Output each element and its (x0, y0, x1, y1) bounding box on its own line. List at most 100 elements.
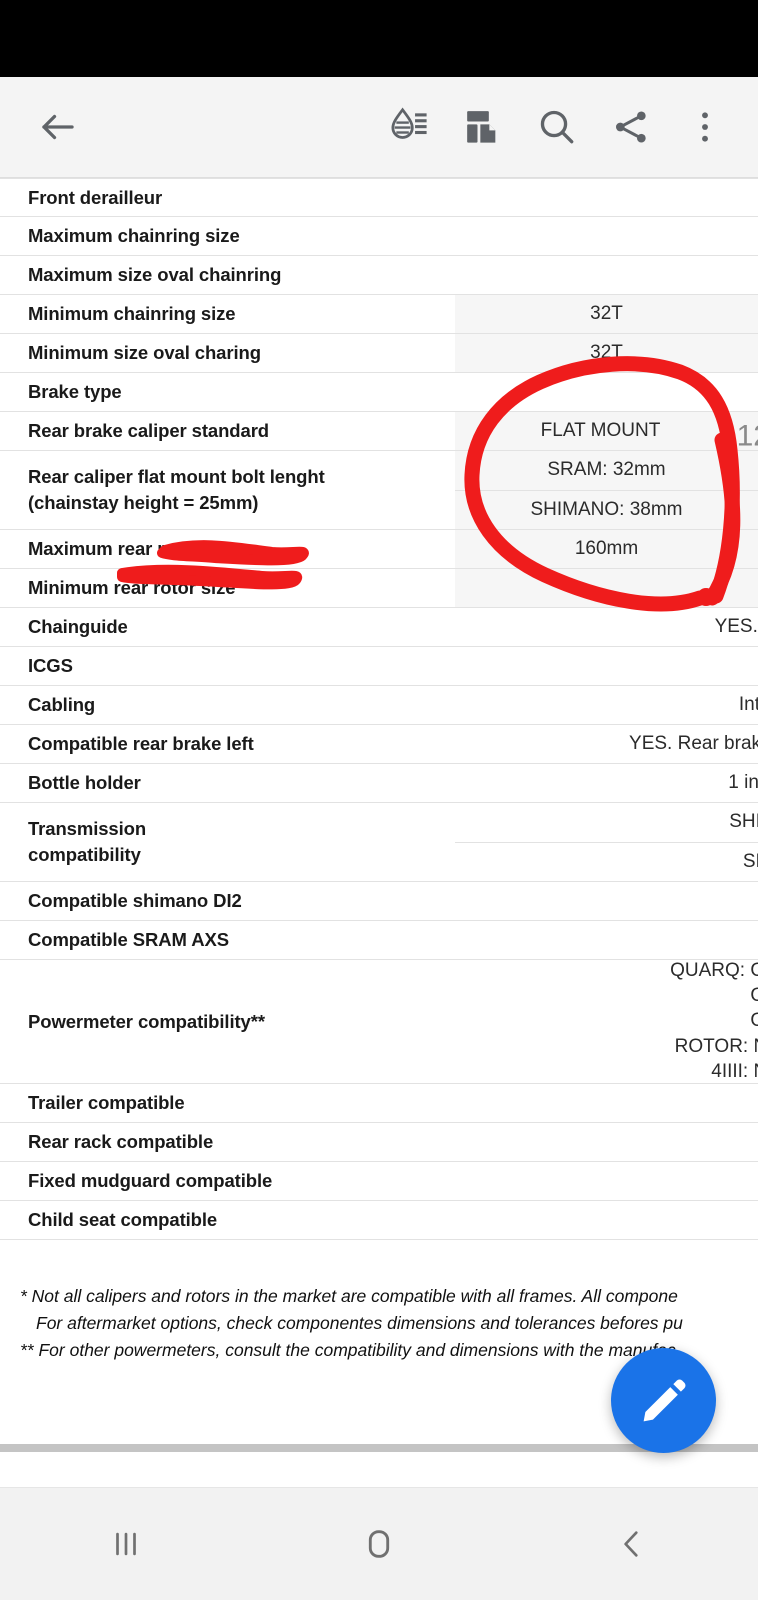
row-value (455, 1123, 758, 1161)
table-row: Compatible SRAM AXS (0, 921, 758, 960)
row-label: Compatible SRAM AXS (28, 929, 229, 950)
row-value: YES. Rear brake ho (455, 725, 758, 763)
powermeter-line: QUARQ: OIZ (670, 959, 758, 981)
row-value (455, 882, 758, 920)
table-row: Minimum size oval charing 32T (0, 334, 758, 373)
row-value-text: YES. Rear brake ho (629, 733, 758, 754)
table-row: Trailer compatible (0, 1084, 758, 1123)
row-label: Transmission compatibility (0, 803, 455, 881)
row-value: FLAT MOUNT 12 (455, 412, 758, 453)
table-row: Maximum chainring size (0, 217, 758, 256)
overflow-menu-icon[interactable] (674, 96, 736, 158)
row-value (455, 179, 758, 216)
table-row: Rear rack compatible (0, 1123, 758, 1162)
row-value: YES. Dire (455, 608, 758, 646)
row-value: 32T (455, 334, 758, 372)
table-row: Powermeter compatibility** QUARQ: OIZ OI… (0, 960, 758, 1084)
row-value (455, 217, 758, 255)
footnote-line: * Not all calipers and rotors in the mar… (20, 1286, 678, 1306)
table-row: Maximum size oval chainring (0, 256, 758, 295)
below-divider-area (0, 1452, 758, 1488)
recents-button[interactable] (66, 1509, 186, 1579)
table-row: Fixed mudguard compatible (0, 1162, 758, 1201)
document-scroll-area[interactable]: Front derailleur Maximum chainring size … (0, 178, 758, 1446)
row-value-text: FLAT MOUNT (540, 420, 661, 441)
row-value (455, 647, 758, 685)
row-value (455, 1162, 758, 1200)
row-label: Chainguide (28, 616, 128, 637)
row-value (455, 256, 758, 294)
row-label: Trailer compatible (28, 1092, 185, 1113)
edit-fab[interactable] (611, 1348, 716, 1453)
row-subvalue: SHIM. (455, 803, 758, 843)
row-value-text: YES. Dire (714, 616, 758, 637)
row-value-stack: SHIM. SRA (455, 803, 758, 881)
home-button[interactable] (319, 1509, 439, 1579)
row-subvalue: SRAM: 32mm (455, 451, 758, 491)
table-row: Child seat compatible (0, 1201, 758, 1240)
status-bar (0, 0, 758, 77)
powermeter-line: OIZ (750, 985, 758, 1007)
back-button[interactable] (572, 1509, 692, 1579)
row-label: Compatible rear brake left (28, 733, 254, 754)
table-row: Cabling Interna (0, 686, 758, 725)
footnote-line: For aftermarket options, check component… (36, 1313, 683, 1334)
row-label: Minimum rear rotor size (28, 577, 236, 598)
row-label: Front derailleur (28, 186, 163, 208)
table-row: Brake type (0, 373, 758, 412)
table-row: Chainguide YES. Dire (0, 608, 758, 647)
row-label: Fixed mudguard compatible (28, 1170, 273, 1191)
row-label: Bottle holder (28, 772, 141, 793)
powermeter-line: ROTOR: NO (674, 1035, 758, 1057)
reading-mode-icon[interactable] (378, 96, 440, 158)
row-value-text: 1 in size (728, 772, 758, 793)
row-value-stack: SRAM: 32mm SHIMANO: 38mm (455, 451, 758, 529)
table-row: Front derailleur (0, 178, 758, 217)
page-view-icon[interactable] (452, 96, 514, 158)
row-label: Maximum rear rotor size (28, 538, 240, 559)
row-subvalue-text: SRA (742, 850, 758, 872)
share-icon[interactable] (600, 96, 662, 158)
row-label: Rear rack compatible (28, 1131, 214, 1152)
app-toolbar (0, 77, 758, 178)
table-row: Rear caliper flat mount bolt lenght (cha… (0, 451, 758, 530)
row-label-line2: (chainstay height = 25mm) (28, 492, 259, 513)
row-label-line2: compatibility (28, 844, 141, 865)
row-value: 32T (455, 295, 758, 333)
android-nav-bar (0, 1488, 758, 1600)
powermeter-line: OIZ (750, 1010, 758, 1032)
row-value (455, 921, 758, 959)
row-value (455, 569, 758, 607)
row-label: Minimum chainring size (28, 303, 236, 324)
table-row: Minimum rear rotor size (0, 569, 758, 608)
phone-screen: Front derailleur Maximum chainring size … (0, 0, 758, 1600)
row-subvalue: SRA (455, 842, 758, 881)
row-label: Rear caliper flat mount bolt lenght (cha… (0, 451, 455, 529)
row-value: 1 in size (455, 764, 758, 802)
powermeter-value-block: QUARQ: OIZ OIZ OIZ ROTOR: NO 4IIII: NO (455, 960, 758, 1083)
spec-table: Front derailleur Maximum chainring size … (0, 178, 758, 1240)
table-row: Compatible rear brake left YES. Rear bra… (0, 725, 758, 764)
row-value-text: Interna (738, 694, 758, 715)
table-row: Maximum rear rotor size 160mm (0, 530, 758, 569)
powermeter-line: 4IIII: NO (711, 1060, 758, 1082)
row-label: Child seat compatible (28, 1209, 218, 1230)
row-label-line1: Rear caliper flat mount bolt lenght (28, 465, 325, 487)
row-label: Maximum size oval chainring (28, 264, 282, 285)
row-value (455, 373, 758, 411)
row-label-line1: Transmission (28, 817, 147, 839)
search-icon[interactable] (526, 96, 588, 158)
row-label: Powermeter compatibility** (28, 1010, 265, 1032)
back-arrow-icon[interactable] (28, 97, 88, 157)
table-row: Minimum chainring size 32T (0, 295, 758, 334)
row-label: Cabling (28, 694, 96, 715)
row-value-extra: 12 (736, 419, 758, 453)
row-value: 160mm (455, 530, 758, 568)
table-row: Transmission compatibility SHIM. SRA (0, 803, 758, 882)
table-row: Compatible shimano DI2 (0, 882, 758, 921)
row-label: Minimum size oval charing (28, 342, 261, 363)
table-row: Rear brake caliper standard FLAT MOUNT 1… (0, 412, 758, 453)
row-subvalue: SHIMANO: 38mm (455, 490, 758, 529)
row-label: Brake type (28, 381, 122, 402)
row-label: ICGS (28, 655, 73, 676)
